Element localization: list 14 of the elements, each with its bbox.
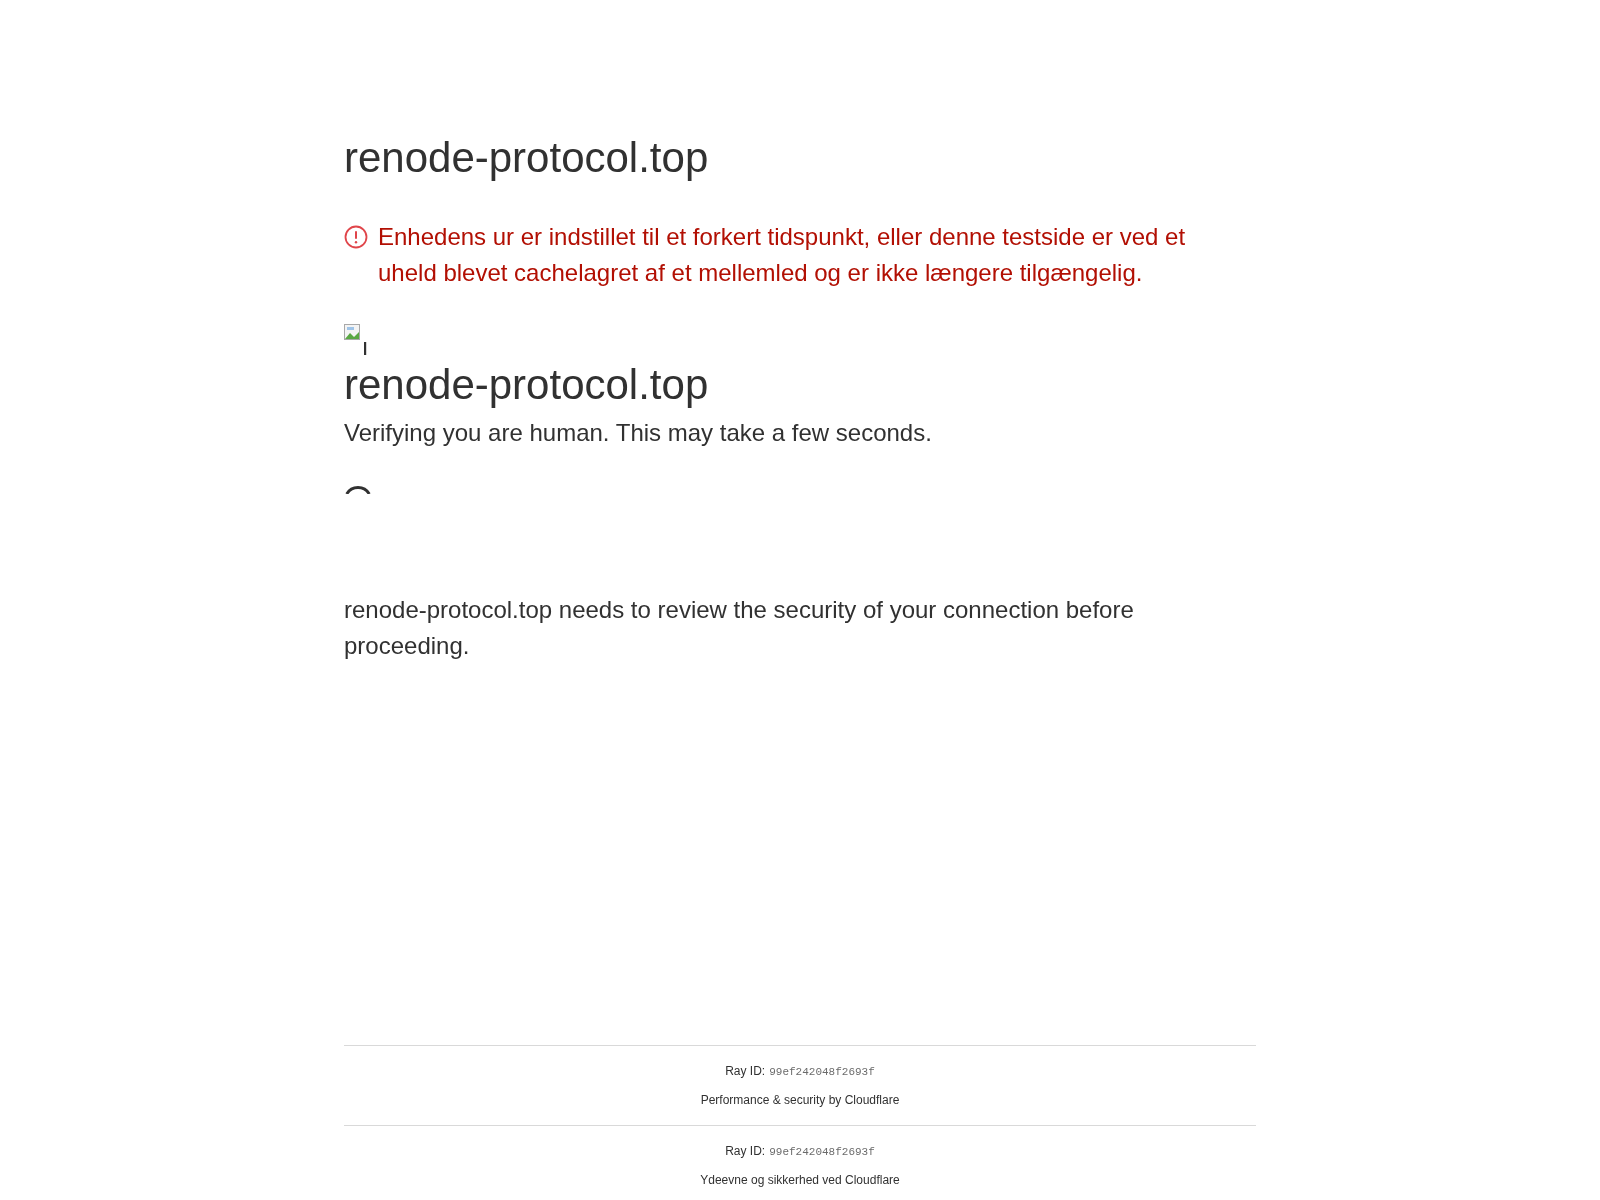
warning-message: Enhedens ur er indstillet til et forkert tidspunkt, eller denne testside er ved et uheld blevet cachelagret af et mellemled og er ikke længere tilgængelig. — [378, 222, 1187, 288]
warning-icon — [344, 225, 368, 249]
loading-spinner-icon — [344, 484, 372, 494]
footer-credit: Ydeevne og sikkerhed ved Cloudflare — [700, 1172, 900, 1189]
ray-id-value: 99ef242048f2693f — [769, 1145, 875, 1160]
verification-status: Verifying you are human. This may take a few seconds. — [344, 418, 933, 448]
site-heading: renode-protocol.top — [344, 361, 710, 409]
ray-id-label: Ray ID: — [725, 1143, 766, 1160]
broken-image-icon — [344, 324, 367, 355]
ray-id-value: 99ef242048f2693f — [769, 1065, 875, 1080]
footer-credit: Performance & security by Cloudflare — [700, 1092, 900, 1109]
ray-id-label: Ray ID: — [725, 1063, 766, 1080]
security-message: renode-protocol.top needs to review the security of your connection before proceeding. — [344, 595, 1135, 661]
page-title: renode-protocol.top — [344, 134, 710, 182]
